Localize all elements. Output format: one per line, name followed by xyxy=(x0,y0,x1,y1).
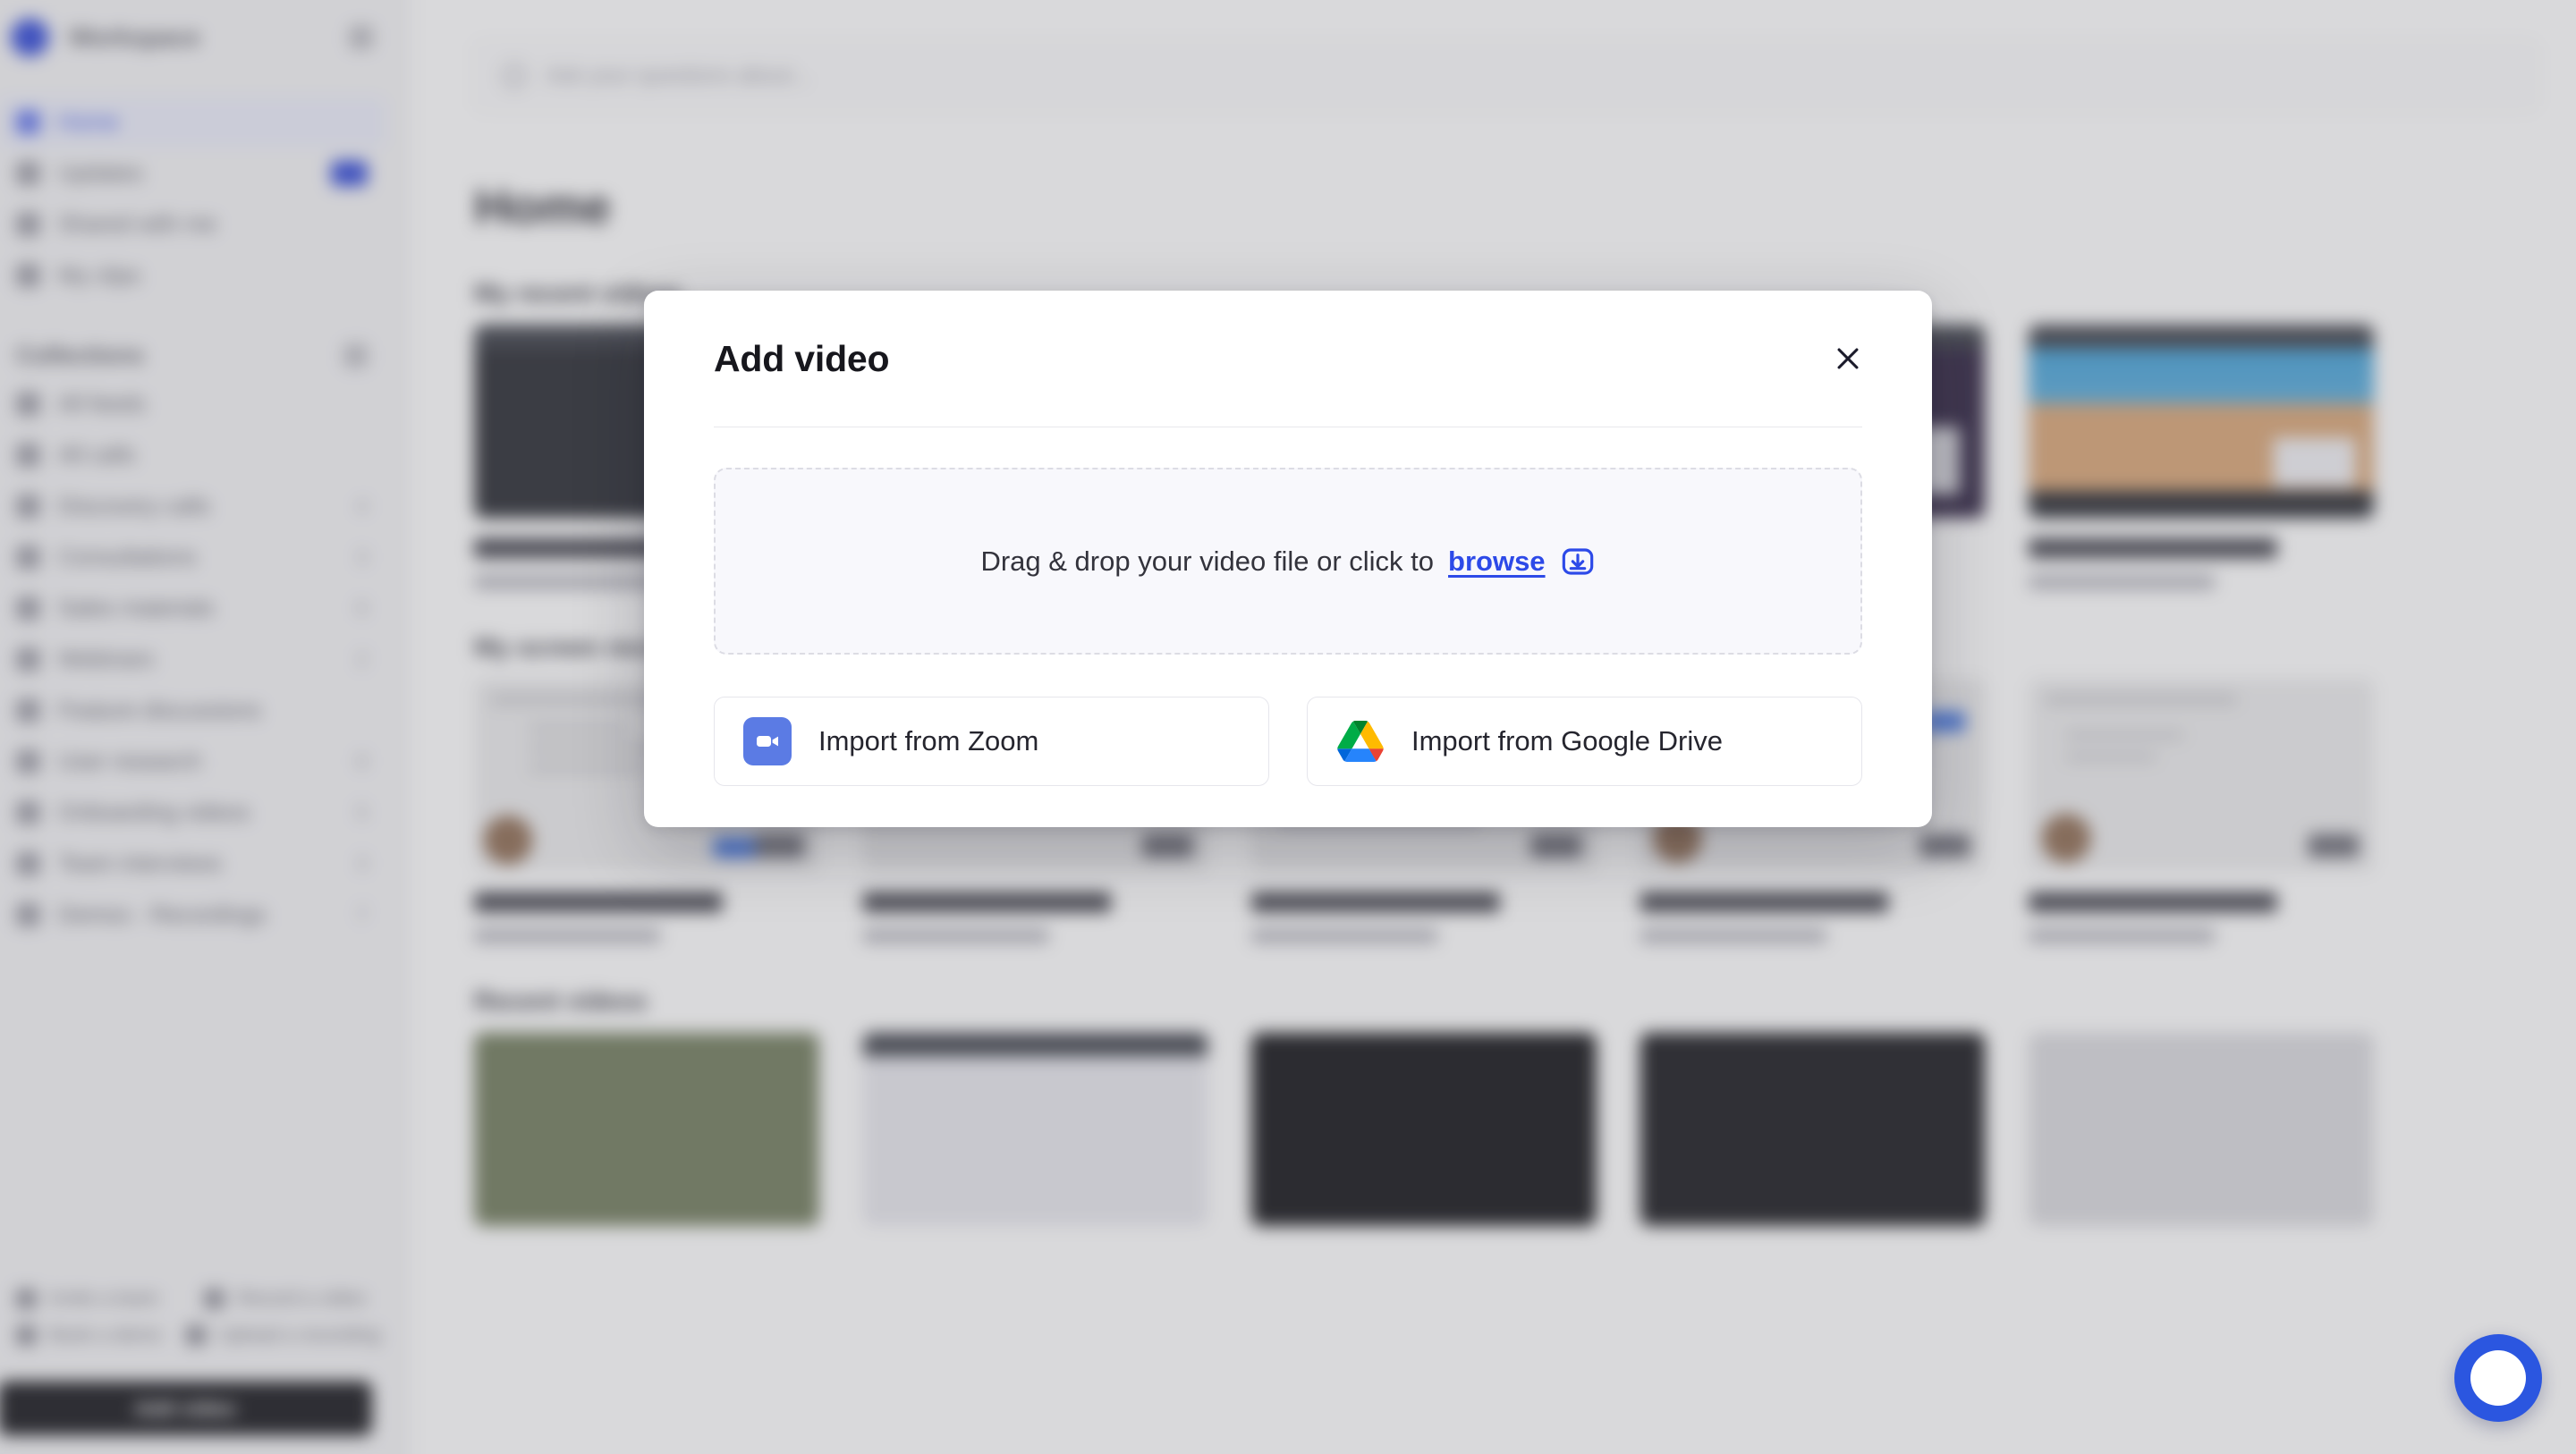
video-dropzone[interactable]: Drag & drop your video file or click to … xyxy=(714,468,1862,655)
google-drive-icon xyxy=(1336,717,1385,765)
import-options: Import from Zoom Import from Google Driv… xyxy=(714,697,1862,786)
dialog-body: Drag & drop your video file or click to … xyxy=(644,427,1932,786)
download-tray-icon xyxy=(1560,544,1596,579)
dropzone-text: Drag & drop your video file or click to xyxy=(980,545,1435,577)
dropzone-content: Drag & drop your video file or click to … xyxy=(980,544,1595,579)
import-option-label: Import from Google Drive xyxy=(1411,725,1723,757)
help-chat-inner xyxy=(2470,1350,2526,1406)
import-option-label: Import from Zoom xyxy=(818,725,1039,757)
import-from-google-drive-button[interactable]: Import from Google Drive xyxy=(1307,697,1862,786)
app-root: Ask your questions about... Home My rece… xyxy=(0,0,2576,1454)
add-video-dialog: Add video Drag & drop your video file or… xyxy=(644,291,1932,827)
browse-link[interactable]: browse xyxy=(1448,545,1546,578)
dialog-title: Add video xyxy=(714,337,890,379)
help-chat-icon[interactable] xyxy=(2454,1334,2542,1422)
dialog-header: Add video xyxy=(644,291,1932,427)
zoom-icon xyxy=(743,717,792,765)
close-icon[interactable] xyxy=(1826,337,1869,380)
import-from-zoom-button[interactable]: Import from Zoom xyxy=(714,697,1269,786)
